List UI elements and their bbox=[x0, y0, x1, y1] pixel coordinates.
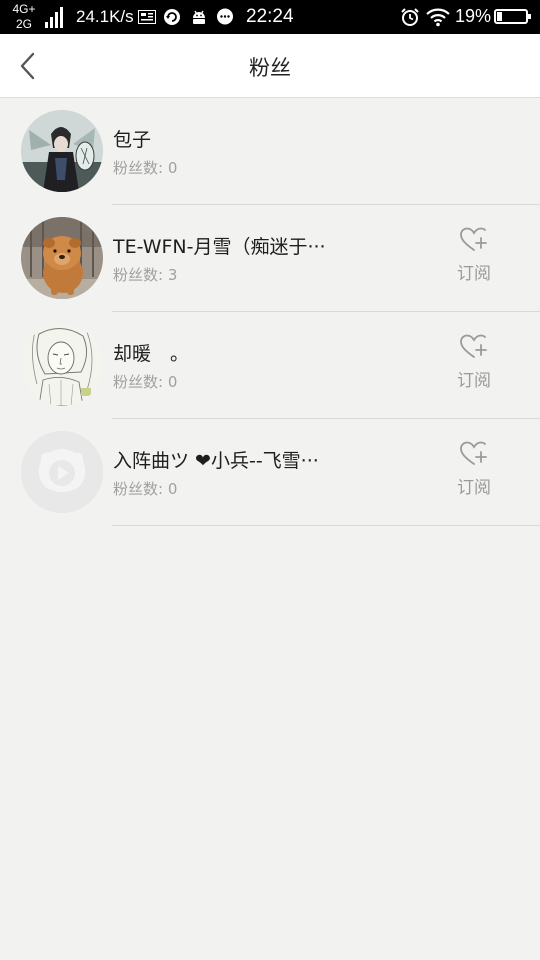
list-item[interactable]: TE-WFN-月雪（痴迷于··· 粉丝数: 3 订阅 bbox=[0, 205, 540, 312]
battery-icon bbox=[494, 9, 531, 24]
avatar[interactable] bbox=[21, 431, 103, 513]
list-item[interactable]: 却暖 。 粉丝数: 0 订阅 bbox=[0, 312, 540, 419]
news-app-icon bbox=[138, 10, 156, 24]
network-type-secondary: 2G bbox=[15, 17, 32, 31]
wifi-icon bbox=[426, 8, 450, 27]
fan-name: 包子 bbox=[113, 129, 152, 151]
avatar-puppy-image bbox=[21, 217, 103, 299]
subscribe-button[interactable]: 订阅 bbox=[446, 227, 502, 291]
app-header: 粉丝 bbox=[0, 34, 540, 98]
default-avatar-icon bbox=[21, 431, 103, 513]
list-item[interactable]: 包子 粉丝数: 0 bbox=[0, 98, 540, 205]
avatar[interactable] bbox=[21, 324, 103, 406]
list-item[interactable]: 入阵曲ツ ❤小兵--飞雪··· 粉丝数: 0 订阅 bbox=[0, 419, 540, 526]
sync-icon bbox=[164, 9, 180, 25]
fan-name: 却暖 。 bbox=[113, 343, 190, 365]
heart-plus-icon bbox=[460, 334, 487, 358]
fan-count: 粉丝数: 0 bbox=[113, 480, 178, 498]
battery-level bbox=[497, 12, 502, 21]
avatar[interactable] bbox=[21, 110, 103, 192]
fan-count: 粉丝数: 3 bbox=[113, 266, 178, 284]
network-type-primary: 4G+ bbox=[12, 2, 36, 16]
avatar-anime-character-image bbox=[21, 110, 103, 192]
status-bar: 4G+ 2G 24.1K/s 22:24 19% bbox=[0, 0, 540, 34]
fan-name: 入阵曲ツ ❤小兵--飞雪··· bbox=[113, 450, 319, 472]
battery-percent: 19% bbox=[455, 6, 492, 26]
subscribe-button[interactable]: 订阅 bbox=[446, 334, 502, 398]
fan-list: 包子 粉丝数: 0 TE-WFN-月雪（痴迷于··· 粉丝数: 3 订阅 却暖 … bbox=[0, 98, 540, 526]
fan-count: 粉丝数: 0 bbox=[113, 159, 178, 177]
network-speed: 24.1K/s bbox=[76, 7, 134, 26]
fan-name: TE-WFN-月雪（痴迷于··· bbox=[113, 236, 326, 258]
subscribe-label: 订阅 bbox=[457, 478, 491, 498]
page-title: 粉丝 bbox=[249, 56, 291, 80]
android-icon bbox=[193, 10, 205, 24]
subscribe-label: 订阅 bbox=[457, 264, 491, 284]
heart-plus-icon bbox=[460, 441, 487, 465]
network-type: 4G+ 2G bbox=[6, 2, 42, 32]
signal-icon bbox=[45, 7, 63, 28]
row-divider bbox=[112, 525, 540, 526]
clock: 22:24 bbox=[246, 6, 294, 27]
message-icon bbox=[217, 8, 233, 25]
subscribe-label: 订阅 bbox=[457, 371, 491, 391]
subscribe-button[interactable]: 订阅 bbox=[446, 441, 502, 505]
heart-plus-icon bbox=[460, 227, 487, 251]
fan-count: 粉丝数: 0 bbox=[113, 373, 178, 391]
alarm-icon bbox=[401, 8, 419, 26]
avatar-sketch-portrait-image bbox=[21, 324, 103, 406]
avatar[interactable] bbox=[21, 217, 103, 299]
